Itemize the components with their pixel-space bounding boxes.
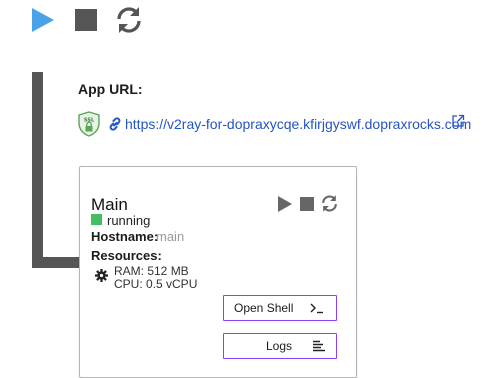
resources-label: Resources: <box>91 248 162 263</box>
service-stop-icon[interactable] <box>299 196 315 212</box>
service-card: Main running Hostname: main Resources: R… <box>79 166 357 378</box>
logs-icon <box>313 340 325 352</box>
app-url-link[interactable]: https://v2ray-for-dopraxycqe.kfirjgyswf.… <box>125 116 471 132</box>
hostname-value: main <box>156 229 185 244</box>
external-link-icon[interactable] <box>451 114 465 128</box>
open-shell-button[interactable]: Open Shell <box>223 295 337 321</box>
connector-line-horizontal <box>32 257 80 268</box>
ssl-shield-icon: SSL <box>78 111 100 137</box>
connector-line-vertical <box>32 72 43 268</box>
terminal-icon <box>310 303 323 314</box>
play-icon[interactable] <box>28 6 58 34</box>
service-restart-icon[interactable] <box>320 194 339 213</box>
gear-icon <box>95 269 108 282</box>
app-url-label: App URL: <box>78 81 143 97</box>
stop-icon[interactable] <box>74 8 98 32</box>
logs-button[interactable]: Logs <box>223 333 337 359</box>
status-text: running <box>107 213 151 228</box>
open-shell-label: Open Shell <box>234 301 294 315</box>
link-icon <box>109 117 121 131</box>
ram-value: RAM: 512 MB <box>114 264 189 278</box>
service-play-icon[interactable] <box>276 195 294 213</box>
logs-label: Logs <box>266 339 293 353</box>
restart-icon[interactable] <box>114 6 144 34</box>
cpu-value: CPU: 0.5 vCPU <box>114 277 198 291</box>
hostname-label: Hostname: <box>91 229 159 244</box>
service-title: Main <box>91 195 128 214</box>
status-indicator <box>91 214 102 225</box>
